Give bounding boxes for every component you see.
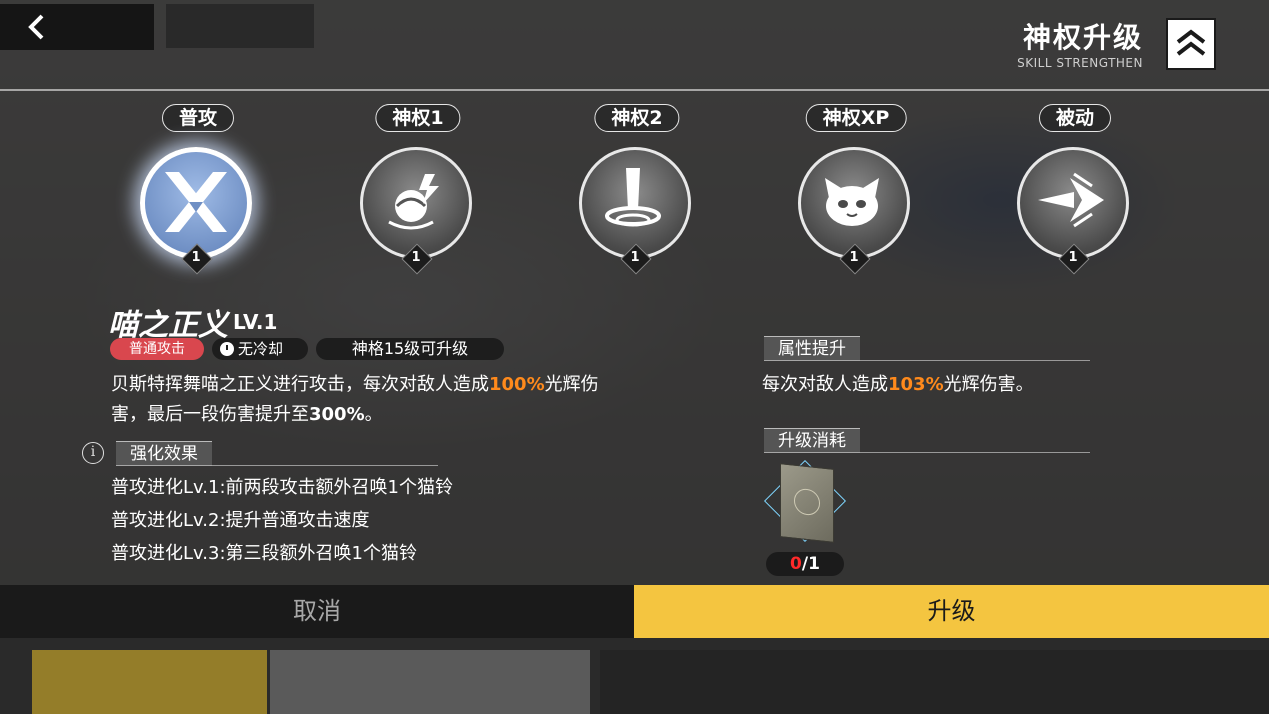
skill-tab-label: 神权XP [805, 104, 907, 132]
double-chevron-up-icon [1176, 29, 1206, 56]
skill-description: 贝斯特挥舞喵之正义进行攻击，每次对敌人造成100%光辉伤 害，最后一段伤害提升至3… [111, 374, 599, 425]
info-icon[interactable]: i [82, 442, 104, 464]
skill-tab-passive[interactable]: 被动 1 [1005, 104, 1145, 275]
background-dark-bar [600, 650, 1269, 714]
collapse-button[interactable] [1166, 18, 1216, 70]
skill-tab-basic-attack[interactable]: 普攻 1 [128, 104, 268, 275]
skill-level-badge: 1 [1058, 243, 1090, 275]
upgrade-requirement-tag: 神格15级可升级 [316, 338, 504, 360]
section-divider [116, 465, 438, 466]
page-subtitle: SKILL STRENGTHEN [1017, 56, 1143, 70]
skill-book-item[interactable] [763, 459, 848, 552]
background-yellow-button [32, 650, 267, 714]
section-divider [764, 452, 1090, 453]
skill-icon-circle [798, 147, 910, 259]
cost-section-title: 升级消耗 [764, 428, 860, 453]
skill-tab-power-2[interactable]: 神权2 1 [567, 104, 707, 275]
clock-icon [220, 342, 234, 356]
evolution-item: 普攻进化Lv.2:提升普通攻击速度 [111, 510, 370, 531]
enhance-section-title: 强化效果 [116, 441, 212, 466]
skill-type-tag: 普通攻击 [110, 338, 204, 360]
back-button[interactable] [0, 4, 154, 50]
upgrade-button[interactable]: 升级 [634, 585, 1269, 638]
header-divider [0, 89, 1269, 91]
cooldown-tag: 无冷却 [212, 338, 308, 360]
attribute-description: 每次对敌人造成103%光辉伤害。 [762, 374, 1034, 395]
skill-icon-circle [360, 147, 472, 259]
skill-icon-circle [140, 147, 252, 259]
skill-icon-circle [1017, 147, 1129, 259]
evolution-item: 普攻进化Lv.3:第三段额外召唤1个猫铃 [111, 543, 417, 564]
background-top-button [166, 4, 314, 48]
cooldown-text: 无冷却 [238, 340, 284, 358]
background-gray-button [270, 650, 590, 714]
skill-tab-label: 神权2 [594, 104, 680, 132]
attribute-section-title: 属性提升 [764, 336, 860, 361]
skill-tab-power-xp[interactable]: 神权XP 1 [786, 104, 926, 275]
cat-face-icon [825, 178, 879, 226]
skill-level-badge: 1 [839, 243, 871, 275]
skill-level-badge: 1 [401, 243, 433, 275]
burst-arrow-icon [1038, 172, 1104, 228]
skill-book-icon [780, 463, 834, 543]
cancel-button[interactable]: 取消 [0, 585, 634, 638]
item-count: 0/1 [766, 552, 844, 576]
page-title: 神权升级 [1022, 21, 1143, 54]
background-bottom-bar [0, 638, 1269, 714]
skill-tab-power-1[interactable]: 神权1 1 [348, 104, 488, 275]
skill-tab-label: 神权1 [375, 104, 461, 132]
chevron-left-icon [28, 14, 44, 40]
skill-icon-circle [579, 147, 691, 259]
skill-level-badge: 1 [620, 243, 652, 275]
skill-level-badge: 1 [181, 243, 213, 275]
skill-tab-label: 普攻 [161, 104, 235, 132]
lightning-orb-icon [388, 174, 439, 230]
skill-level-text: LV.1 [233, 310, 278, 334]
sword-vortex-icon [605, 168, 661, 227]
skill-tab-label: 被动 [1038, 104, 1112, 132]
evolution-item: 普攻进化Lv.1:前两段攻击额外召唤1个猫铃 [111, 477, 453, 498]
crossed-blades-icon [165, 172, 227, 232]
section-divider [764, 360, 1090, 361]
